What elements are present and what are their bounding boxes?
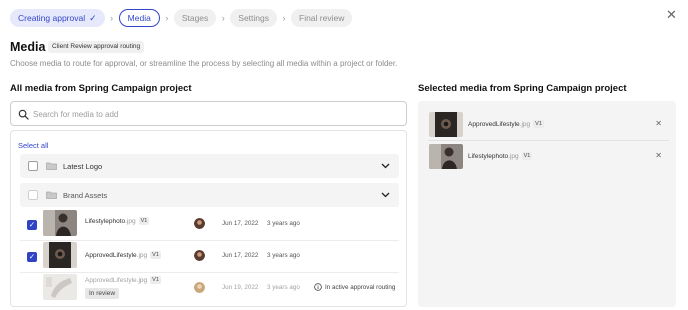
step-creating-approval[interactable]: Creating approval ✓ xyxy=(10,9,105,27)
chevron-down-icon[interactable] xyxy=(381,192,390,198)
avatar xyxy=(194,250,205,261)
selected-item: ApprovedLifestyle.jpg V1 ✕ xyxy=(428,111,669,141)
page-title: Media xyxy=(10,40,46,54)
media-date: Jun 19, 2022 xyxy=(222,284,259,291)
step-final-review[interactable]: Final review xyxy=(291,9,353,27)
version-badge: V1 xyxy=(533,120,544,128)
media-date: Jun 17, 2022 xyxy=(222,220,259,227)
media-row-in-review: ApprovedLifestyle.jpg V1 In review Jun 19… xyxy=(20,273,399,305)
avatar xyxy=(194,282,205,293)
selected-filename: ApprovedLifestyle.jpg V1 xyxy=(468,120,544,128)
info-icon xyxy=(314,283,322,291)
chevron-right-icon: › xyxy=(221,13,225,23)
folder-row-brand-assets[interactable]: Brand Assets xyxy=(20,183,399,207)
media-filename: Lifestylephoto.jpg V1 xyxy=(85,217,150,225)
selected-filename: Lifestylephoto.jpg V1 xyxy=(468,152,533,160)
version-badge: V1 xyxy=(150,251,161,259)
routing-status-text: In active approval routing xyxy=(325,283,396,291)
step-label: Final review xyxy=(299,13,345,23)
media-search xyxy=(10,101,407,126)
version-badge: V1 xyxy=(150,276,161,284)
routing-badge: Client Review approval routing xyxy=(48,41,145,53)
step-media[interactable]: Media xyxy=(118,9,160,27)
chevron-right-icon: › xyxy=(165,13,169,23)
media-age: 3 years ago xyxy=(267,252,300,259)
media-filename: ApprovedLifestyle.jpg V1 xyxy=(85,276,161,284)
check-icon: ✓ xyxy=(89,12,97,23)
folder-icon xyxy=(46,162,57,170)
media-thumbnail xyxy=(43,274,77,300)
step-settings[interactable]: Settings xyxy=(230,9,277,27)
selected-item: Lifestylephoto.jpg V1 ✕ xyxy=(428,143,669,173)
media-age: 3 years ago xyxy=(267,220,300,227)
step-label: Stages xyxy=(181,13,209,23)
search-input[interactable] xyxy=(33,106,393,122)
step-stages[interactable]: Stages xyxy=(173,9,217,27)
avatar xyxy=(194,218,205,229)
media-row[interactable]: ✓ ApprovedLifestyle.jpg V1 Jun 17, 2022 3… xyxy=(20,241,399,273)
step-label: Settings xyxy=(238,13,269,23)
folder-icon xyxy=(46,191,57,199)
in-review-badge: In review xyxy=(85,288,120,299)
all-media-title: All media from Spring Campaign project xyxy=(10,83,192,94)
media-age: 3 years ago xyxy=(267,284,300,291)
folder-checkbox[interactable] xyxy=(28,190,38,200)
version-badge: V1 xyxy=(521,152,533,160)
media-checkbox[interactable]: ✓ xyxy=(27,220,37,230)
step-label: Creating approval xyxy=(18,13,86,23)
media-filename: ApprovedLifestyle.jpg V1 xyxy=(85,251,161,259)
chevron-right-icon: › xyxy=(282,13,286,23)
routing-status: In active approval routing xyxy=(314,283,395,291)
approval-stepper: Creating approval ✓ › Media › Stages › S… xyxy=(10,9,353,27)
select-all-link[interactable]: Select all xyxy=(18,141,48,150)
folder-row-latest-logo[interactable]: Latest Logo xyxy=(20,154,399,178)
folder-name: Latest Logo xyxy=(63,162,103,171)
media-list-panel: Select all Latest Logo Brand Assets ✓ Li… xyxy=(10,130,407,307)
media-thumbnail xyxy=(43,210,77,236)
media-thumbnail xyxy=(429,144,463,169)
remove-icon[interactable]: ✕ xyxy=(655,119,662,128)
media-row[interactable]: ✓ Lifestylephoto.jpg V1 Jun 17, 2022 3 ye… xyxy=(20,209,399,241)
search-icon xyxy=(18,109,29,120)
media-thumbnail xyxy=(43,242,77,268)
media-checkbox[interactable]: ✓ xyxy=(27,252,37,262)
folder-name: Brand Assets xyxy=(63,191,108,200)
media-thumbnail xyxy=(429,112,463,137)
step-label: Media xyxy=(127,13,151,23)
chevron-right-icon: › xyxy=(110,13,114,23)
folder-checkbox[interactable] xyxy=(28,161,38,171)
remove-icon[interactable]: ✕ xyxy=(655,151,662,160)
selected-media-title: Selected media from Spring Campaign proj… xyxy=(418,83,627,94)
close-icon[interactable]: ✕ xyxy=(666,8,677,21)
selected-media-panel: ApprovedLifestyle.jpg V1 ✕ Lifestylephoto… xyxy=(418,101,676,307)
media-date: Jun 17, 2022 xyxy=(222,252,259,259)
chevron-down-icon[interactable] xyxy=(381,163,390,169)
version-badge: V1 xyxy=(138,217,150,225)
page-subtitle: Choose media to route for approval, or s… xyxy=(10,59,398,68)
